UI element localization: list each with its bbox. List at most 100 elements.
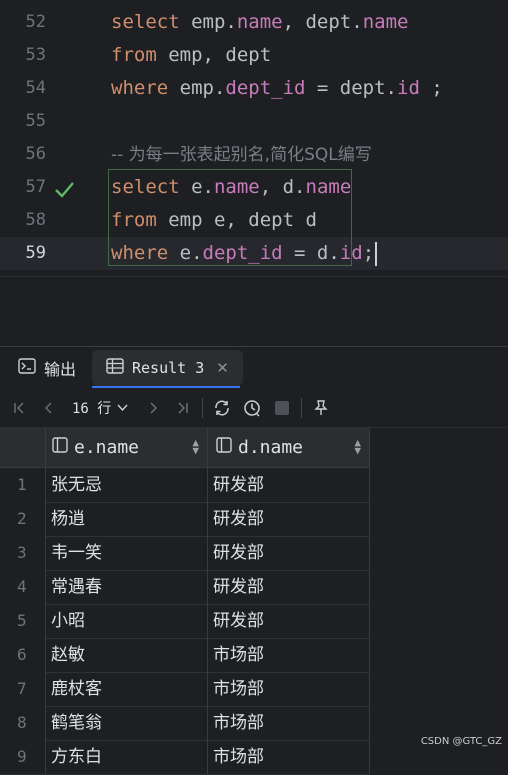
- code-token: where: [111, 77, 169, 99]
- chevron-down-icon: [117, 402, 128, 415]
- row-number: 8: [0, 706, 46, 740]
- code-token: select: [111, 11, 180, 33]
- table-icon: [106, 358, 124, 378]
- table-cell[interactable]: 市场部: [208, 672, 370, 706]
- table-cell[interactable]: 鹿杖客: [46, 672, 208, 706]
- code-token: name: [362, 11, 409, 33]
- table-row[interactable]: 8 鹤笔翁 市场部: [0, 706, 370, 741]
- table-cell[interactable]: 市场部: [208, 638, 370, 672]
- code-token: id: [397, 77, 420, 99]
- table-row[interactable]: 4 常遇春 研发部: [0, 570, 370, 605]
- code-token: ;: [362, 242, 375, 264]
- table-cell[interactable]: 赵敏: [46, 638, 208, 672]
- row-number: 3: [0, 536, 46, 570]
- column-header[interactable]: d.name ▲ ▼: [208, 427, 370, 467]
- table-row[interactable]: 3 韦一笑 研发部: [0, 536, 370, 571]
- table-cell[interactable]: 小昭: [46, 604, 208, 638]
- table-row[interactable]: 2 杨逍 研发部: [0, 502, 370, 537]
- table-row[interactable]: 5 小昭 研发部: [0, 604, 370, 639]
- column-header[interactable]: e.name ▲ ▼: [46, 427, 208, 467]
- code-line[interactable]: 56 -- 为每一张表起别名,简化SQL编写: [0, 138, 508, 171]
- code-line[interactable]: 52 select emp.name, dept.name: [0, 6, 508, 39]
- row-count-dropdown[interactable]: 16 行: [72, 398, 128, 418]
- table-row[interactable]: 9 方东白 市场部: [0, 740, 370, 775]
- code-text: select emp.name, dept.name: [111, 6, 408, 39]
- code-token: from: [111, 44, 157, 66]
- pin-icon[interactable]: [310, 397, 332, 419]
- line-number: 53: [25, 45, 46, 65]
- tool-window-tabbar: 输出 Result 3 ✕: [0, 346, 508, 389]
- table-cell[interactable]: 市场部: [208, 706, 370, 740]
- code-token: name: [236, 11, 283, 33]
- row-count-label: 16 行: [72, 401, 112, 417]
- table-cell[interactable]: 研发部: [208, 502, 370, 536]
- sort-icon[interactable]: ▲ ▼: [192, 437, 199, 456]
- row-number: 6: [0, 638, 46, 672]
- table-cell[interactable]: 市场部: [208, 740, 370, 774]
- last-page-icon[interactable]: [172, 397, 194, 419]
- row-number: 7: [0, 672, 46, 706]
- code-text: -- 为每一张表起别名,简化SQL编写: [111, 138, 372, 172]
- column-header-label: e.name: [74, 436, 140, 458]
- table-cell[interactable]: 方东白: [46, 740, 208, 774]
- line-number: 57: [25, 177, 46, 197]
- row-number: 9: [0, 740, 46, 774]
- table-row[interactable]: 1 张无忌 研发部: [0, 468, 370, 503]
- code-line[interactable]: 53 from emp, dept: [0, 39, 508, 72]
- text-caret: [375, 241, 378, 266]
- table-row[interactable]: 7 鹿杖客 市场部: [0, 672, 370, 707]
- code-token: emp.: [168, 77, 226, 99]
- code-editor[interactable]: 52 select emp.name, dept.name 53 from emp, …: [0, 0, 508, 276]
- first-page-icon[interactable]: [8, 397, 30, 419]
- line-number: 59: [25, 243, 46, 263]
- table-cell[interactable]: 研发部: [208, 570, 370, 604]
- active-tab-indicator: [92, 386, 240, 388]
- toolbar-separator: [301, 398, 303, 418]
- code-line[interactable]: 54 where emp.dept_id = dept.id ;: [0, 72, 508, 105]
- console-icon: [18, 358, 36, 378]
- watermark: CSDN @GTC_GZ: [420, 736, 502, 747]
- table-row[interactable]: 6 赵敏 市场部: [0, 638, 370, 673]
- table-cell[interactable]: 研发部: [208, 468, 370, 502]
- code-token: dept_id: [225, 77, 306, 99]
- code-token: , dept.: [282, 11, 363, 33]
- code-token: emp, dept: [156, 44, 272, 66]
- tab-result-label: Result 3: [132, 359, 205, 377]
- history-icon[interactable]: [241, 397, 263, 419]
- column-icon: [52, 436, 68, 458]
- table-cell[interactable]: 张无忌: [46, 468, 208, 502]
- tab-result[interactable]: Result 3 ✕: [92, 350, 243, 386]
- rownum-header: [0, 427, 46, 467]
- check-icon: [53, 178, 75, 198]
- tab-output[interactable]: 输出: [18, 347, 76, 389]
- tab-output-label: 输出: [44, 360, 77, 379]
- row-number: 1: [0, 468, 46, 502]
- table-cell[interactable]: 研发部: [208, 536, 370, 570]
- editor-spacer: [0, 276, 508, 347]
- code-line[interactable]: 55: [0, 105, 508, 138]
- result-toolbar: 16 行: [0, 389, 508, 428]
- table-cell[interactable]: 杨逍: [46, 502, 208, 536]
- table-cell[interactable]: 韦一笑: [46, 536, 208, 570]
- sort-icon[interactable]: ▲ ▼: [354, 437, 361, 456]
- close-icon[interactable]: ✕: [216, 359, 229, 377]
- line-number: 58: [25, 210, 46, 230]
- refresh-icon[interactable]: [211, 397, 233, 419]
- toolbar-separator: [202, 398, 204, 418]
- prev-page-icon[interactable]: [38, 397, 60, 419]
- line-number: 52: [25, 12, 46, 32]
- table-cell[interactable]: 鹤笔翁: [46, 706, 208, 740]
- code-text: from emp, dept: [111, 39, 271, 72]
- line-number: 56: [25, 144, 46, 164]
- table-cell[interactable]: 研发部: [208, 604, 370, 638]
- result-grid[interactable]: e.name ▲ ▼ d.name ▲ ▼ 1 张无忌 研发部 2 杨逍 研发部 3 韦一笑 研发部…: [0, 427, 370, 775]
- line-number: 55: [25, 111, 46, 131]
- next-page-icon[interactable]: [142, 397, 164, 419]
- grid-header: e.name ▲ ▼ d.name ▲ ▼: [0, 427, 370, 468]
- column-icon: [216, 436, 232, 458]
- code-token: emp.: [179, 11, 237, 33]
- code-text: where emp.dept_id = dept.id ;: [111, 72, 443, 105]
- table-cell[interactable]: 常遇春: [46, 570, 208, 604]
- stop-icon[interactable]: [271, 397, 293, 419]
- code-token: -- 为每一张表起别名,简化SQL编写: [111, 145, 372, 165]
